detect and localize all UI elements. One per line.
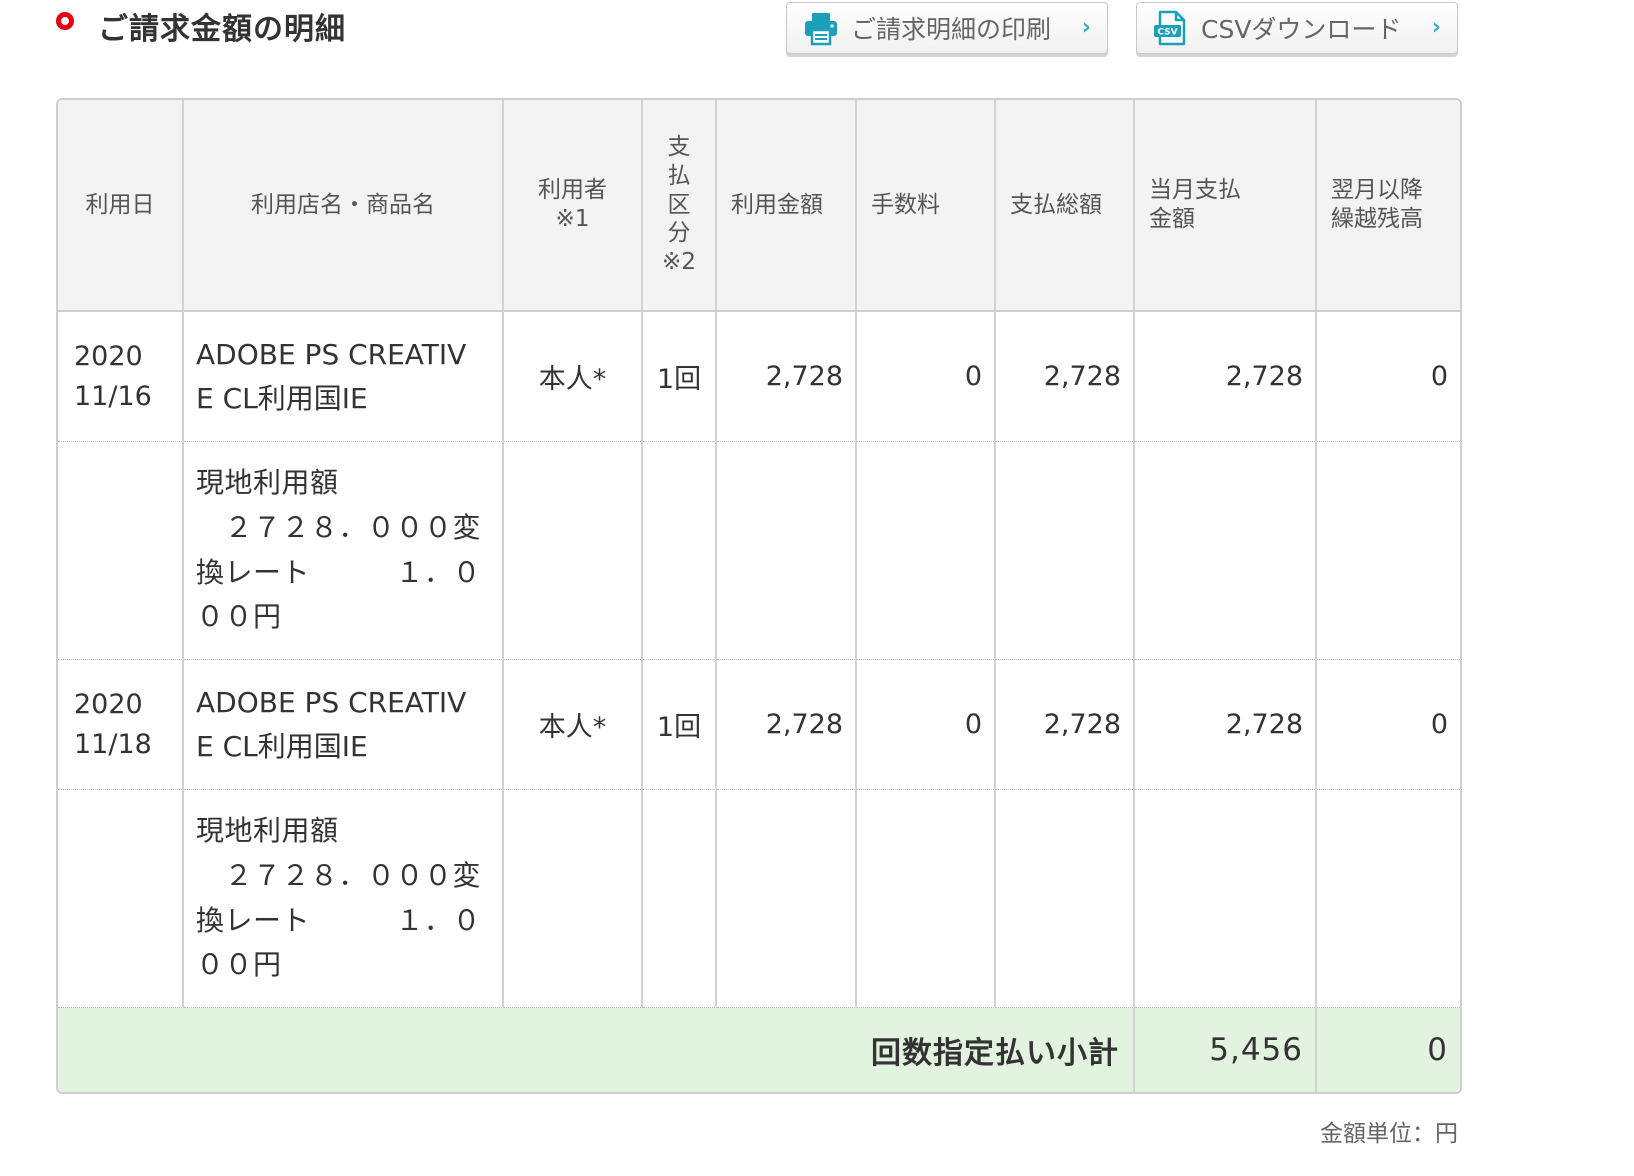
cell-user: 本人* <box>504 660 643 790</box>
title-bullet-icon <box>56 12 74 30</box>
col-header-user-line1: 利用者 <box>538 177 607 204</box>
csv-button-label: CSVダウンロード <box>1201 15 1402 44</box>
cell-empty <box>857 790 996 1008</box>
subtotal-next: 0 <box>1317 1008 1460 1092</box>
note-line: ２７２８．０００変 <box>196 858 482 892</box>
cell-empty <box>717 442 857 660</box>
shop-name-line2: E CL利用国IE <box>196 729 368 763</box>
cell-empty <box>857 442 996 660</box>
col-header-total: 支払総額 <box>996 100 1135 312</box>
col-header-date: 利用日 <box>58 100 184 312</box>
cell-next: 0 <box>1317 312 1460 442</box>
cell-local-amount-note: 現地利用額 ２７２８．０００変 換レート １．０ ００円 <box>184 790 504 1008</box>
col-header-next: 翌月以降 繰越残高 <box>1317 100 1460 312</box>
note-line: 換レート １．０ <box>196 555 482 589</box>
note-line: ００円 <box>196 948 282 982</box>
note-line: 換レート １．０ <box>196 903 482 937</box>
shop-name-line1: ADOBE PS CREATIV <box>196 686 467 720</box>
cell-empty <box>1317 442 1460 660</box>
cell-fee: 0 <box>857 660 996 790</box>
col-header-current: 当月支払 金額 <box>1135 100 1317 312</box>
col-header-pay-type-char: 区 <box>667 191 691 218</box>
cell-current: 2,728 <box>1135 312 1317 442</box>
cell-empty <box>58 790 184 1008</box>
cell-amount: 2,728 <box>717 312 857 442</box>
csv-download-button[interactable]: CSV CSVダウンロード › <box>1136 2 1458 54</box>
cell-fee: 0 <box>857 312 996 442</box>
subtotal-label: 回数指定払い小計 <box>58 1008 1135 1092</box>
note-line: 現地利用額 <box>196 465 339 499</box>
cell-date: 2020 11/16 <box>58 312 184 442</box>
cell-current: 2,728 <box>1135 660 1317 790</box>
chevron-right-icon: › <box>1081 15 1091 40</box>
date-month-day: 11/16 <box>74 380 152 412</box>
subtotal-current: 5,456 <box>1135 1008 1317 1092</box>
amount-unit-note: 金額単位：円 <box>1320 1121 1458 1147</box>
printer-icon <box>805 13 837 46</box>
col-header-amount: 利用金額 <box>717 100 857 312</box>
chevron-right-icon: › <box>1431 15 1441 40</box>
cell-empty <box>643 442 717 660</box>
col-header-pay-type-char: ※2 <box>662 249 696 276</box>
col-header-pay-type-char: 分 <box>667 220 691 247</box>
shop-name-line2: E CL利用国IE <box>196 381 368 415</box>
col-header-next-line2: 繰越残高 <box>1331 206 1423 232</box>
cell-date: 2020 11/18 <box>58 660 184 790</box>
cell-amount: 2,728 <box>717 660 857 790</box>
note-line: ２７２８．０００変 <box>196 510 482 544</box>
cell-pay-type: 1回 <box>643 312 717 442</box>
cell-empty <box>996 790 1135 1008</box>
col-header-shop: 利用店名・商品名 <box>184 100 504 312</box>
cell-pay-type: 1回 <box>643 660 717 790</box>
page-header: ご請求金額の明細 ご請求明細の印刷 › CSV CSVダウンロード › <box>0 0 1634 80</box>
cell-empty <box>1317 790 1460 1008</box>
subtotal-row: 回数指定払い小計 5,456 0 <box>58 1008 1460 1092</box>
col-header-current-line1: 当月支払 <box>1149 177 1241 204</box>
cell-local-amount-note: 現地利用額 ２７２８．０００変 換レート １．０ ００円 <box>184 442 504 660</box>
col-header-fee: 手数料 <box>857 100 996 312</box>
note-line: ００円 <box>196 600 282 634</box>
svg-text:CSV: CSV <box>1157 28 1177 38</box>
print-statement-button[interactable]: ご請求明細の印刷 › <box>786 2 1108 54</box>
table-row-detail: 現地利用額 ２７２８．０００変 換レート １．０ ００円 <box>58 442 1460 660</box>
cell-empty <box>717 790 857 1008</box>
date-year: 2020 <box>74 688 143 720</box>
cell-empty <box>504 790 643 1008</box>
cell-empty <box>1135 790 1317 1008</box>
cell-total: 2,728 <box>996 312 1135 442</box>
col-header-pay-type: 支 払 区 分 ※2 <box>643 100 717 312</box>
note-line: 現地利用額 <box>196 813 339 847</box>
col-header-pay-type-char: 払 <box>667 162 691 189</box>
cell-empty <box>643 790 717 1008</box>
cell-next: 0 <box>1317 660 1460 790</box>
cell-user: 本人* <box>504 312 643 442</box>
col-header-next-line1: 翌月以降 <box>1331 177 1423 204</box>
col-header-user: 利用者 ※1 <box>504 100 643 312</box>
date-year: 2020 <box>74 340 143 372</box>
csv-file-icon: CSV <box>1154 10 1186 46</box>
table-header-row: 利用日 利用店名・商品名 利用者 ※1 支 払 区 分 ※2 利用金額 手数料 … <box>58 100 1460 312</box>
cell-empty <box>504 442 643 660</box>
date-month-day: 11/18 <box>74 728 152 760</box>
cell-empty <box>996 442 1135 660</box>
cell-empty <box>1135 442 1317 660</box>
cell-empty <box>58 442 184 660</box>
page-title: ご請求金額の明細 <box>98 12 346 47</box>
shop-name-line1: ADOBE PS CREATIV <box>196 338 467 372</box>
table-row: 2020 11/18 ADOBE PS CREATIV E CL利用国IE 本人… <box>58 660 1460 790</box>
table-row: 2020 11/16 ADOBE PS CREATIV E CL利用国IE 本人… <box>58 312 1460 442</box>
col-header-pay-type-char: 支 <box>667 134 691 161</box>
table-row-detail: 現地利用額 ２７２８．０００変 換レート １．０ ００円 <box>58 790 1460 1008</box>
cell-shop: ADOBE PS CREATIV E CL利用国IE <box>184 660 504 790</box>
billing-detail-table: 利用日 利用店名・商品名 利用者 ※1 支 払 区 分 ※2 利用金額 手数料 … <box>56 98 1462 1094</box>
col-header-user-line2: ※1 <box>555 206 590 232</box>
col-header-current-line2: 金額 <box>1149 206 1195 232</box>
print-button-label: ご請求明細の印刷 <box>851 15 1052 44</box>
cell-total: 2,728 <box>996 660 1135 790</box>
cell-shop: ADOBE PS CREATIV E CL利用国IE <box>184 312 504 442</box>
